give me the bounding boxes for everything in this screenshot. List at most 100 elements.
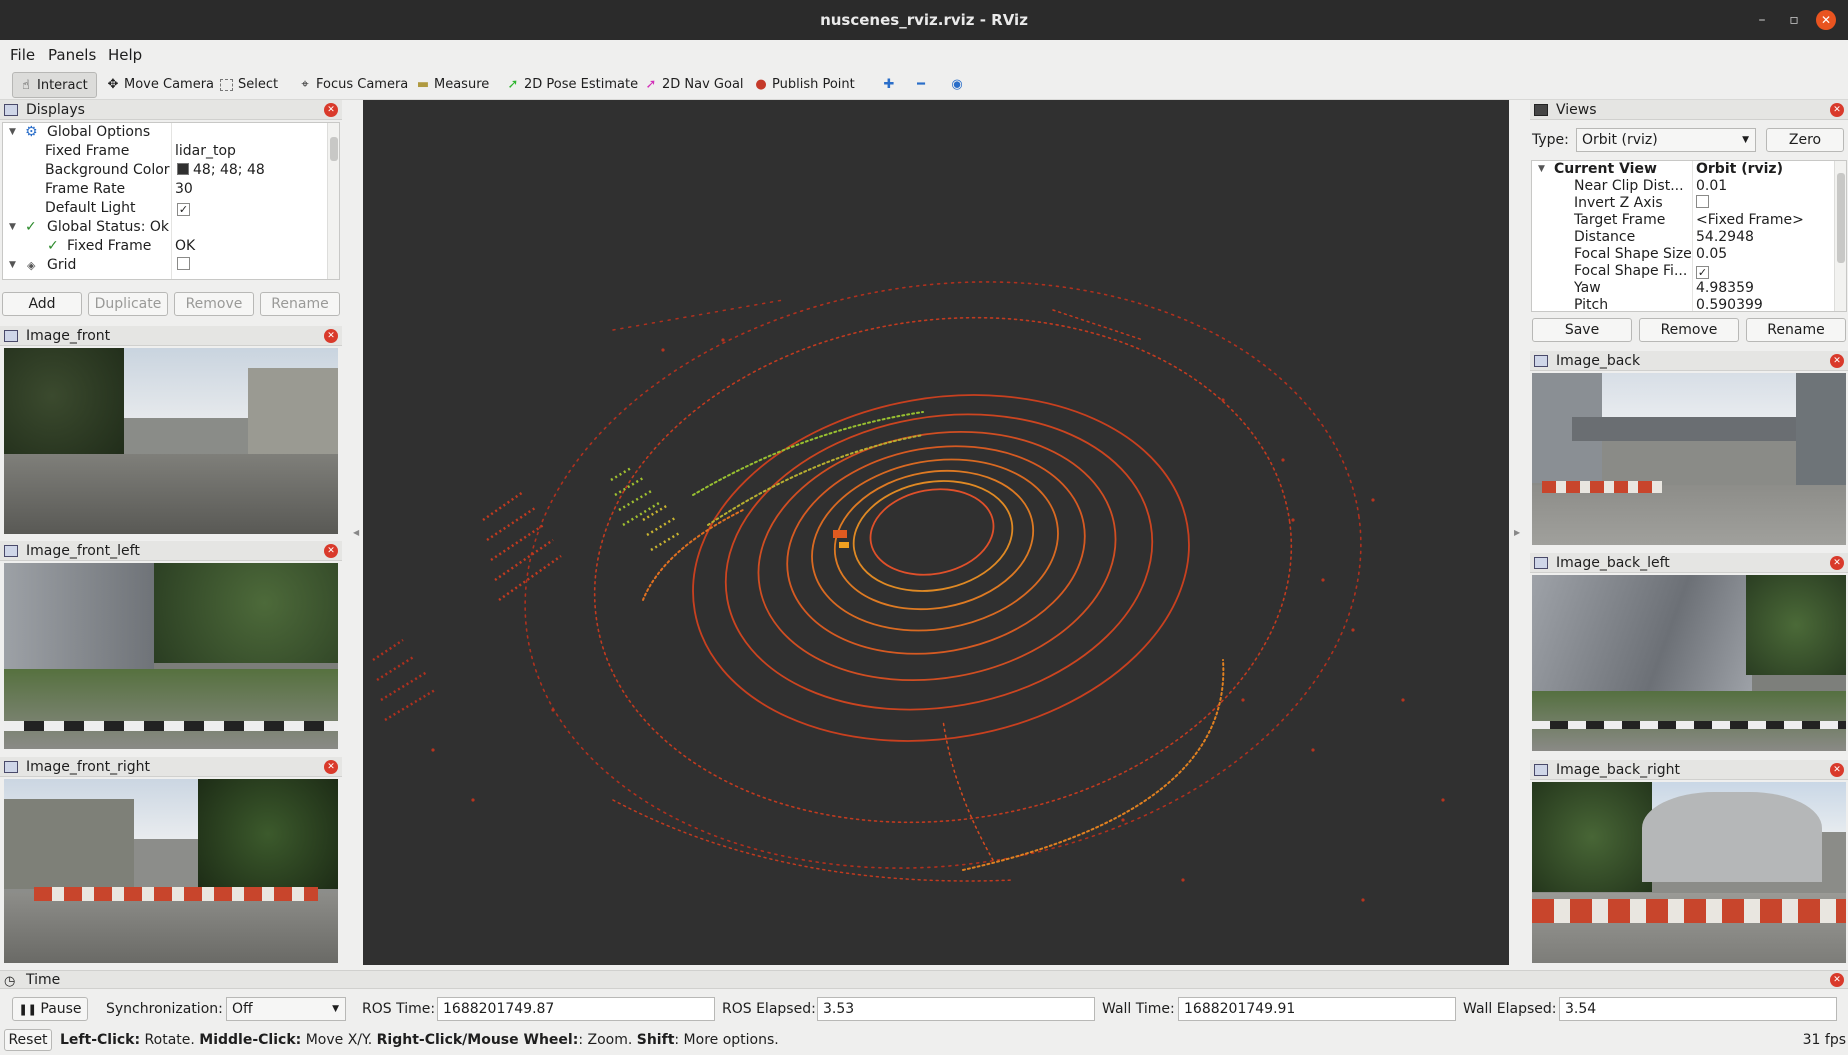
tree-row-fixed-frame[interactable]: Fixed Frame lidar_top [3,142,325,161]
tree-row-focal-size[interactable]: Focal Shape Size 0.05 [1532,246,1832,263]
views-type-label: Type: [1532,132,1569,148]
displays-scrollbar[interactable] [327,123,339,279]
focal-shape-fixed-checkbox[interactable]: ✓ [1696,266,1709,279]
fixed-frame-value[interactable]: lidar_top [175,142,236,161]
pause-button[interactable]: ❚❚ Pause [12,997,88,1021]
expand-arrow-icon[interactable]: ▼ [9,256,16,275]
right-splitter-handle[interactable]: ▶ [1514,528,1520,537]
tool-move-camera[interactable]: ✥ Move Camera [100,72,214,98]
menu-help[interactable]: Help [108,40,142,70]
views-type-select[interactable]: Orbit (rviz) ▼ [1576,128,1756,152]
remove-view-button[interactable]: Remove [1639,318,1739,342]
menu-file[interactable]: File [10,40,35,70]
invert-z-checkbox[interactable] [1696,195,1709,208]
grid-checkbox[interactable] [177,257,190,270]
rename-display-button[interactable]: Rename [260,292,340,316]
background-color-value[interactable]: 48; 48; 48 [177,161,265,180]
global-options-label: Global Options [47,124,151,140]
tree-row-yaw[interactable]: Yaw 4.98359 [1532,280,1832,297]
minimize-icon[interactable]: – [1752,10,1772,30]
distance-value[interactable]: 54.2948 [1696,229,1754,246]
image-back-title: Image_back [1556,353,1641,369]
frame-rate-value[interactable]: 30 [175,180,193,199]
near-clip-value[interactable]: 0.01 [1696,178,1727,195]
tree-row-global-options[interactable]: ▼ ⚙ Global Options [3,123,325,142]
menu-panels[interactable]: Panels [48,40,96,70]
image-icon [1534,764,1548,776]
zero-button[interactable]: Zero [1766,128,1844,152]
yaw-label: Yaw [1574,280,1601,296]
sync-select[interactable]: Off ▼ [226,997,346,1021]
close-panel-icon[interactable]: ✕ [1830,556,1844,570]
tree-row-distance[interactable]: Distance 54.2948 [1532,229,1832,246]
image-icon [4,330,18,342]
remove-tool-button[interactable]: ━ [908,72,926,98]
tree-row-focal-fixed[interactable]: Focal Shape Fi... ✓ [1532,263,1832,280]
chevron-down-icon: ▼ [1742,135,1749,145]
tree-row-current-view[interactable]: ▼ Current View Orbit (rviz) [1532,161,1832,178]
expand-arrow-icon[interactable]: ▼ [1538,161,1545,178]
close-panel-icon[interactable]: ✕ [1830,354,1844,368]
tree-row-near-clip[interactable]: Near Clip Dist... 0.01 [1532,178,1832,195]
pitch-value[interactable]: 0.590399 [1696,297,1763,311]
ros-elapsed-field[interactable]: 3.53 [817,997,1095,1021]
rename-view-button[interactable]: Rename [1746,318,1846,342]
tree-row-background-color[interactable]: Background Color 48; 48; 48 [3,161,325,180]
frame-rate-label: Frame Rate [45,181,126,197]
tool-properties-button[interactable]: ◉ [944,72,962,98]
default-light-label: Default Light [45,200,136,216]
yaw-value[interactable]: 4.98359 [1696,280,1754,297]
tool-2d-nav-goal[interactable]: ➚ 2D Nav Goal [638,72,744,98]
default-light-checkbox[interactable]: ✓ [177,203,190,216]
image-back-header: Image_back ✕ [1530,351,1848,371]
distance-label: Distance [1574,229,1636,245]
pointcloud-render[interactable] [363,100,1509,965]
tree-row-status-fixed-frame[interactable]: ✓ Fixed Frame OK [3,237,325,256]
image-back-view [1532,373,1846,545]
views-title: Views [1556,102,1597,118]
target-frame-value[interactable]: <Fixed Frame> [1696,212,1804,229]
save-view-button[interactable]: Save [1532,318,1632,342]
render-viewport[interactable] [363,100,1509,965]
ros-time-field[interactable]: 1688201749.87 [437,997,715,1021]
add-tool-button[interactable]: ✚ [876,72,895,98]
left-splitter-handle[interactable]: ◀ [353,528,359,537]
focal-shape-size-value[interactable]: 0.05 [1696,246,1727,263]
wall-elapsed-field[interactable]: 3.54 [1559,997,1837,1021]
wall-time-field[interactable]: 1688201749.91 [1178,997,1456,1021]
tool-2d-pose-estimate[interactable]: ➚ 2D Pose Estimate [500,72,639,98]
tool-select[interactable]: Select [214,72,278,98]
add-display-button[interactable]: Add [2,292,82,316]
tool-measure[interactable]: ▬ Measure [410,72,489,98]
close-panel-icon[interactable]: ✕ [324,329,338,343]
tool-publish-point[interactable]: ● Publish Point [748,72,854,98]
tree-row-pitch[interactable]: Pitch 0.590399 [1532,297,1832,311]
maximize-icon[interactable]: ▫ [1784,10,1804,30]
tool-interact[interactable]: ☝ Interact [12,72,97,98]
remove-display-button[interactable]: Remove [174,292,254,316]
tree-row-target-frame[interactable]: Target Frame <Fixed Frame> [1532,212,1832,229]
tool-focus-camera[interactable]: ⌖ Focus Camera [292,72,408,98]
close-panel-icon[interactable]: ✕ [324,760,338,774]
duplicate-display-button[interactable]: Duplicate [88,292,168,316]
close-panel-icon[interactable]: ✕ [324,544,338,558]
close-panel-icon[interactable]: ✕ [1830,763,1844,777]
background-color-text: 48; 48; 48 [193,162,265,178]
close-panel-icon[interactable]: ✕ [324,103,338,117]
reset-button[interactable]: Reset [4,1029,52,1051]
views-scrollbar[interactable] [1834,161,1846,311]
expand-arrow-icon[interactable]: ▼ [9,218,16,237]
hint-right-click: Right-Click/Mouse Wheel: [376,1032,579,1048]
tree-row-grid[interactable]: ▼ ◈ Grid [3,256,325,275]
expand-arrow-icon[interactable]: ▼ [9,123,16,142]
tree-row-frame-rate[interactable]: Frame Rate 30 [3,180,325,199]
focal-shape-fixed-label: Focal Shape Fi... [1574,263,1688,279]
tree-row-global-status[interactable]: ▼ ✓ Global Status: Ok [3,218,325,237]
tool-interact-label: Interact [37,78,88,93]
close-panel-icon[interactable]: ✕ [1830,973,1844,987]
close-window-icon[interactable]: ✕ [1816,10,1836,30]
tree-row-invert-z[interactable]: Invert Z Axis [1532,195,1832,212]
tree-row-default-light[interactable]: Default Light ✓ [3,199,325,218]
close-panel-icon[interactable]: ✕ [1830,103,1844,117]
image-back-right-title: Image_back_right [1556,762,1681,778]
